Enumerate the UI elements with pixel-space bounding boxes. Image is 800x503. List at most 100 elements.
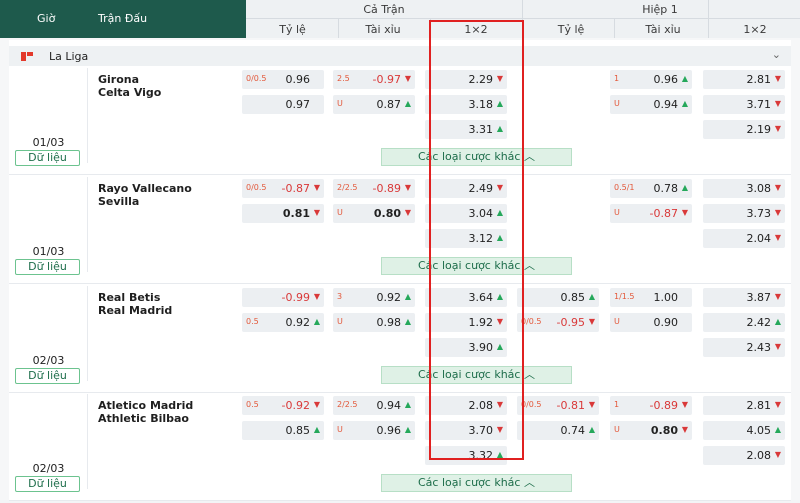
handicap-line: 0.5/1 (614, 183, 635, 192)
home-team[interactable]: Girona (98, 73, 139, 86)
away-team[interactable]: Real Madrid (98, 304, 172, 317)
away-team[interactable]: Sevilla (98, 195, 139, 208)
handicap-line: U (337, 317, 343, 326)
full-handicap-odd[interactable]: 0.5 0.92 ▲ (242, 313, 324, 332)
half-1x2-odd[interactable]: 2.08 ▼ (703, 446, 785, 465)
more-bets-button[interactable]: Các loại cược khác ︿ (381, 474, 572, 492)
half-ou-odd[interactable]: 0.5/1 0.78 ▲ (610, 179, 692, 198)
half-ou-odd[interactable]: 1 -0.89 ▼ (610, 396, 692, 415)
header-time: Giờ (37, 12, 56, 25)
away-team[interactable]: Athletic Bilbao (98, 412, 189, 425)
handicap-line: 0.5 (246, 317, 259, 326)
header-half-handicap: Tỷ lệ (557, 23, 585, 36)
chevron-down-icon[interactable]: ⌄ (772, 48, 781, 61)
arrow-up-icon: ▲ (588, 292, 595, 301)
full-ou-odd[interactable]: 3 0.92 ▲ (333, 288, 415, 307)
half-handicap-odd[interactable]: 0/0.5 -0.81 ▼ (517, 396, 599, 415)
arrow-down-icon: ▼ (404, 208, 411, 217)
away-team[interactable]: Celta Vigo (98, 86, 161, 99)
row-separator (9, 500, 791, 501)
half-handicap-odd[interactable]: 0.85 ▲ (517, 288, 599, 307)
more-bets-row: Dữ liệu Các loại cược khác ︿ (9, 148, 791, 166)
half-1x2-odd[interactable]: 3.08 ▼ (703, 179, 785, 198)
arrow-down-icon: ▼ (774, 208, 781, 217)
league-header[interactable]: La Liga ⌄ (9, 46, 791, 66)
arrow-down-icon: ▼ (774, 99, 781, 108)
half-1x2-odd[interactable]: 3.71 ▼ (703, 95, 785, 114)
full-handicap-odd[interactable]: 0.81 ▼ (242, 204, 324, 223)
laliga-logo-icon (21, 52, 33, 61)
home-team[interactable]: Atletico Madrid (98, 399, 193, 412)
half-ou-odd[interactable]: U 0.94 ▲ (610, 95, 692, 114)
handicap-line: 0/0.5 (521, 317, 542, 326)
match-row: 01/0320:00GironaCelta Vigo0/0.50.960.972… (9, 68, 791, 177)
half-ou-odd[interactable]: U 0.80 ▼ (610, 421, 692, 440)
data-button[interactable]: Dữ liệu (15, 259, 80, 275)
arrow-down-icon: ▼ (774, 183, 781, 192)
handicap-line: U (614, 208, 620, 217)
arrow-up-icon: ▲ (313, 425, 320, 434)
home-team[interactable]: Real Betis (98, 291, 160, 304)
arrow-up-icon: ▲ (313, 317, 320, 326)
half-1x2-odd[interactable]: 3.87 ▼ (703, 288, 785, 307)
handicap-line: 3 (337, 292, 343, 301)
odd-value: 0.85 (285, 424, 311, 437)
league-name: La Liga (49, 50, 89, 63)
full-ou-odd[interactable]: U 0.96 ▲ (333, 421, 415, 440)
handicap-line: U (614, 317, 620, 326)
more-bets-row: Dữ liệu Các loại cược khác ︿ (9, 257, 791, 275)
half-1x2-odd[interactable]: 3.73 ▼ (703, 204, 785, 223)
data-button[interactable]: Dữ liệu (15, 368, 80, 384)
full-ou-odd[interactable]: U 0.98 ▲ (333, 313, 415, 332)
odd-value: 3.87 (746, 291, 772, 304)
data-button[interactable]: Dữ liệu (15, 150, 80, 166)
handicap-line: U (337, 208, 343, 217)
half-handicap-odd[interactable]: 0.74 ▲ (517, 421, 599, 440)
handicap-line: 0.5 (246, 400, 259, 409)
handicap-line: 2.5 (337, 74, 350, 83)
data-button[interactable]: Dữ liệu (15, 476, 80, 492)
arrow-up-icon: ▲ (404, 292, 411, 301)
full-ou-odd[interactable]: U 0.87 ▲ (333, 95, 415, 114)
full-handicap-odd[interactable]: -0.99 ▼ (242, 288, 324, 307)
arrow-down-icon: ▼ (313, 208, 320, 217)
full-ou-odd[interactable]: U 0.80 ▼ (333, 204, 415, 223)
home-team[interactable]: Rayo Vallecano (98, 182, 192, 195)
half-ou-odd[interactable]: 1/1.5 1.00 (610, 288, 692, 307)
handicap-line: U (614, 99, 620, 108)
odds-page: Giờ Trận Đấu Cả Trận Hiệp 1 Tỷ lệ Tài xỉ… (0, 0, 800, 503)
arrow-down-icon: ▼ (774, 450, 781, 459)
handicap-line: 0/0.5 (246, 183, 267, 192)
half-1x2-odd[interactable]: 2.81 ▼ (703, 396, 785, 415)
full-handicap-odd[interactable]: 0/0.5 0.96 (242, 70, 324, 89)
half-ou-odd[interactable]: U 0.90 (610, 313, 692, 332)
highlight-1x2-column (429, 20, 524, 460)
header-half-1x2: 1×2 (743, 23, 767, 36)
full-handicap-odd[interactable]: 0.5 -0.92 ▼ (242, 396, 324, 415)
half-1x2-odd[interactable]: 2.42 ▲ (703, 313, 785, 332)
chevron-up-icon: ︿ (520, 476, 535, 489)
match-row: 02/0303:00Atletico MadridAthletic Bilbao… (9, 394, 791, 503)
header-divider (246, 18, 800, 19)
header-full-handicap: Tỷ lệ (279, 23, 306, 36)
row-separator (9, 392, 791, 393)
half-1x2-odd[interactable]: 2.19 ▼ (703, 120, 785, 139)
half-ou-odd[interactable]: U -0.87 ▼ (610, 204, 692, 223)
full-ou-odd[interactable]: 2.5 -0.97 ▼ (333, 70, 415, 89)
half-ou-odd[interactable]: 1 0.96 ▲ (610, 70, 692, 89)
half-handicap-odd[interactable]: 0/0.5 -0.95 ▼ (517, 313, 599, 332)
odd-value: 3.71 (746, 98, 772, 111)
half-1x2-odd[interactable]: 2.81 ▼ (703, 70, 785, 89)
more-bets-label: Các loại cược khác (418, 476, 521, 489)
full-handicap-odd[interactable]: 0.97 (242, 95, 324, 114)
half-1x2-odd[interactable]: 2.43 ▼ (703, 338, 785, 357)
arrow-down-icon: ▼ (774, 74, 781, 83)
full-ou-odd[interactable]: 2/2.5 0.94 ▲ (333, 396, 415, 415)
odd-value: 2.81 (746, 399, 772, 412)
half-1x2-odd[interactable]: 4.05 ▲ (703, 421, 785, 440)
half-1x2-odd[interactable]: 2.04 ▼ (703, 229, 785, 248)
full-handicap-odd[interactable]: 0/0.5 -0.87 ▼ (242, 179, 324, 198)
full-handicap-odd[interactable]: 0.85 ▲ (242, 421, 324, 440)
full-ou-odd[interactable]: 2/2.5 -0.89 ▼ (333, 179, 415, 198)
handicap-line: U (337, 99, 343, 108)
